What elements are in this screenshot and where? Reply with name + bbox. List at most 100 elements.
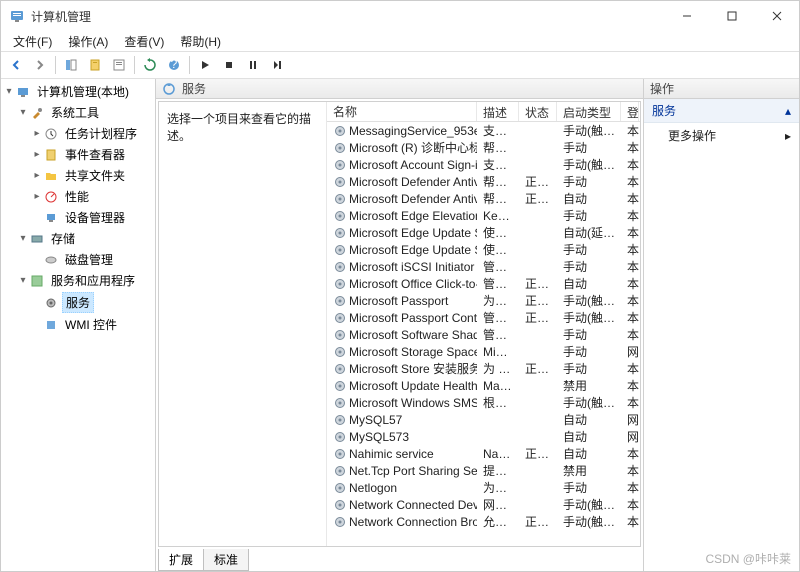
column-headers[interactable]: 名称 描述 状态 启动类型 登 [327,102,640,122]
service-name: Microsoft Store 安装服务 [349,360,477,377]
service-name: Microsoft Software Shado... [349,328,477,342]
services-rows[interactable]: MessagingService_953e9支持...手动(触发...本Micr… [327,122,640,546]
tab-standard[interactable]: 标准 [203,549,249,571]
service-desc: 管理 ... [477,275,519,292]
event-icon [43,147,59,163]
collapse-icon[interactable]: ▴ [785,104,791,118]
stop-service-button[interactable] [218,54,240,76]
pause-service-button[interactable] [242,54,264,76]
service-row[interactable]: Microsoft Software Shado...管理...手动本 [327,326,640,343]
navigation-tree[interactable]: ▾ 计算机管理(本地) ▾ 系统工具 ▸ 任务计划程序 ▸ 事件查看器 ▸ 共享… [1,79,156,571]
action-more[interactable]: 更多操作 ▸ [644,123,799,148]
service-row[interactable]: Nahimic serviceNahi...正在...自动本 [327,445,640,462]
expand-icon[interactable]: ▾ [17,107,29,118]
service-desc: 管理... [477,309,519,326]
service-row[interactable]: MessagingService_953e9支持...手动(触发...本 [327,122,640,139]
service-row[interactable]: Network Connected Devic...网络...手动(触发...本 [327,496,640,513]
show-hide-tree-button[interactable] [60,54,82,76]
help-button[interactable]: ? [163,54,185,76]
gear-icon [333,481,347,495]
expand-icon[interactable]: ▸ [31,191,43,202]
service-row[interactable]: Microsoft Account Sign-in ...支持...手动(触发.… [327,156,640,173]
service-row[interactable]: Microsoft Office Click-to-R...管理 ...正在..… [327,275,640,292]
service-row[interactable]: Microsoft iSCSI Initiator Ser...管理...手动本 [327,258,640,275]
tree-device-manager[interactable]: 设备管理器 [31,207,153,228]
service-row[interactable]: MySQL573自动网 [327,428,640,445]
tree-performance[interactable]: ▸ 性能 [31,186,153,207]
col-logon[interactable]: 登 [621,102,639,121]
restart-service-button[interactable] [266,54,288,76]
service-logon: 本 [621,292,639,309]
tree-event-viewer[interactable]: ▸ 事件查看器 [31,144,153,165]
back-button[interactable] [5,54,27,76]
service-row[interactable]: Microsoft Windows SMS 路...根据...手动(触发...本 [327,394,640,411]
service-status: 正在... [519,445,557,462]
window-title: 计算机管理 [31,8,664,25]
service-desc: Micr... [477,345,519,359]
tree-services[interactable]: 服务 [31,291,153,314]
services-list[interactable]: 名称 描述 状态 启动类型 登 MessagingService_953e9支持… [327,102,640,546]
menu-file[interactable]: 文件(F) [5,31,60,52]
expand-icon[interactable]: ▾ [17,233,29,244]
app-icon [9,8,25,24]
export-button[interactable] [84,54,106,76]
service-desc: 帮助... [477,190,519,207]
service-row[interactable]: Netlogon为用...手动本 [327,479,640,496]
service-row[interactable]: Microsoft Store 安装服务为 M...正在...手动本 [327,360,640,377]
tree-system-tools[interactable]: ▾ 系统工具 [17,102,153,123]
maximize-button[interactable] [709,1,754,31]
service-row[interactable]: Microsoft Defender Antivir...帮助...正在...自… [327,190,640,207]
close-button[interactable] [754,1,799,31]
service-row[interactable]: Network Connection Broker允许...正在...手动(触发… [327,513,640,530]
refresh-icon[interactable] [162,82,176,96]
toolbar-separator [189,56,190,74]
toolbar: ? [1,51,799,79]
expand-icon[interactable]: ▸ [31,128,43,139]
service-name: Microsoft Passport Container [349,311,477,325]
expand-icon[interactable]: ▸ [31,170,43,181]
expand-icon[interactable]: ▸ [31,149,43,160]
service-row[interactable]: Microsoft Passport为用...正在...手动(触发...本 [327,292,640,309]
tree-root[interactable]: ▾ 计算机管理(本地) [3,81,153,102]
tab-extended[interactable]: 扩展 [158,549,204,571]
service-row[interactable]: Microsoft (R) 诊断中心标准...帮助...手动本 [327,139,640,156]
expand-icon[interactable]: ▾ [3,86,15,97]
service-row[interactable]: Net.Tcp Port Sharing Service提供...禁用本 [327,462,640,479]
menu-help[interactable]: 帮助(H) [172,31,229,52]
service-status: 正在... [519,513,557,530]
col-name[interactable]: 名称 [327,102,477,121]
expand-icon[interactable]: ▾ [17,275,29,286]
refresh-button[interactable] [139,54,161,76]
forward-button[interactable] [29,54,51,76]
tree-storage[interactable]: ▾ 存储 [17,228,153,249]
menu-action[interactable]: 操作(A) [60,31,116,52]
device-icon [43,210,59,226]
service-name: Microsoft Account Sign-in ... [349,158,477,172]
tree-shared-folders[interactable]: ▸ 共享文件夹 [31,165,153,186]
service-row[interactable]: MySQL57自动网 [327,411,640,428]
tree-task-scheduler[interactable]: ▸ 任务计划程序 [31,123,153,144]
service-row[interactable]: Microsoft Edge Elevation S...Keep...手动本 [327,207,640,224]
service-logon: 本 [621,190,639,207]
menu-view[interactable]: 查看(V) [116,31,172,52]
clock-icon [43,126,59,142]
service-row[interactable]: Microsoft Update Health S...Main...禁用本 [327,377,640,394]
col-description[interactable]: 描述 [477,102,519,121]
col-startup-type[interactable]: 启动类型 [557,102,621,121]
tree-disk-management[interactable]: 磁盘管理 [31,249,153,270]
properties-button[interactable] [108,54,130,76]
service-row[interactable]: Microsoft Edge Update Ser...使你...自动(延迟..… [327,224,640,241]
minimize-button[interactable] [664,1,709,31]
service-row[interactable]: Microsoft Passport Container管理...正在...手动… [327,309,640,326]
action-category[interactable]: 服务 ▴ [644,99,799,123]
gear-icon [333,464,347,478]
tree-wmi[interactable]: WMI 控件 [31,314,153,335]
service-logon: 本 [621,156,639,173]
col-status[interactable]: 状态 [519,102,557,121]
service-row[interactable]: Microsoft Defender Antivir...帮助...正在...手… [327,173,640,190]
service-row[interactable]: Microsoft Edge Update Ser...使你...手动本 [327,241,640,258]
service-row[interactable]: Microsoft Storage Spaces S...Micr...手动网 [327,343,640,360]
tree-services-apps[interactable]: ▾ 服务和应用程序 [17,270,153,291]
start-service-button[interactable] [194,54,216,76]
service-logon: 本 [621,513,639,530]
